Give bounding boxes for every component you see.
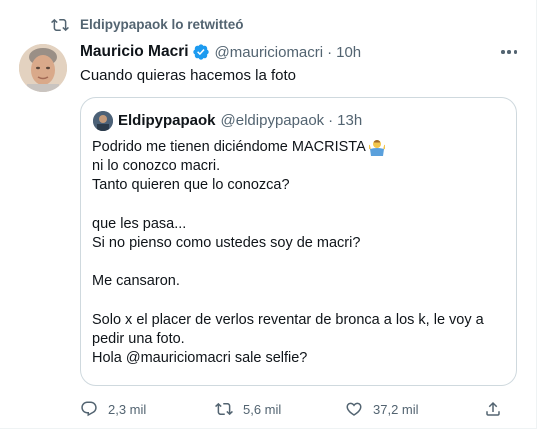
reply-count: 2,3 mil — [108, 401, 147, 417]
quote-line — [92, 253, 484, 272]
quote-line: pedir una foto. — [92, 330, 185, 347]
quoted-tweet[interactable]: Eldipypapaok @eldipypapaok · 13h Podrido… — [80, 97, 517, 386]
like-button[interactable]: 37,2 mil — [345, 398, 419, 420]
quote-text: Podrido me tienen diciéndome MACRISTA ni… — [92, 138, 484, 368]
retweet-context-text[interactable]: Eldipypapaok lo retwitteó — [80, 17, 244, 32]
quote-avatar[interactable] — [93, 111, 113, 131]
quote-separator-dot: · — [328, 112, 334, 129]
quote-line: Si no pienso como ustedes soy de macri? — [92, 234, 361, 251]
tweet-time[interactable]: 10h — [336, 44, 361, 61]
retweet-icon — [215, 402, 233, 416]
verified-badge-icon — [192, 44, 209, 60]
tweet-card[interactable]: Eldipypapaok lo retwitteó Mauricio Macri… — [0, 0, 537, 429]
man-shrugging-emoji-icon — [367, 139, 386, 157]
reply-button[interactable]: 2,3 mil — [80, 398, 146, 420]
quote-line: Me cansaron. — [92, 273, 180, 290]
quote-avatar-image — [93, 111, 113, 131]
quote-line: Tanto quieren que lo conozca? — [92, 177, 290, 194]
avatar-image — [19, 44, 67, 92]
quote-line: Hola @mauriciomacri sale selfie? — [92, 350, 308, 367]
quote-author-name[interactable]: Eldipypapaok — [118, 112, 216, 129]
author-name[interactable]: Mauricio Macri — [80, 43, 189, 61]
author-handle[interactable]: @mauriciomacri — [215, 44, 324, 61]
tweet-text: Cuando quieras hacemos la foto — [80, 67, 296, 84]
share-icon — [486, 401, 500, 416]
quote-time[interactable]: 13h — [337, 112, 362, 129]
retweet-button[interactable]: 5,6 mil — [215, 398, 281, 420]
tweet-actions: 2,3 mil 5,6 mil 37,2 mil — [80, 398, 517, 420]
avatar[interactable] — [19, 44, 67, 92]
quote-line: Podrido me tienen diciéndome MACRISTA — [92, 138, 484, 157]
reply-icon — [81, 401, 97, 417]
quote-line: Solo x el placer de verlos reventar de b… — [92, 311, 484, 328]
tweet-header: Mauricio Macri @mauriciomacri · 10h — [80, 42, 361, 62]
quote-line: ni lo conozco macri. — [92, 158, 221, 175]
share-button[interactable] — [484, 398, 502, 420]
quote-line — [92, 196, 484, 215]
quote-header: Eldipypapaok @eldipypapaok · 13h — [118, 112, 362, 129]
quote-line: que les pasa... — [92, 215, 187, 232]
separator-dot: · — [327, 43, 333, 61]
quote-author-handle[interactable]: @eldipypapaok — [221, 112, 325, 129]
quote-line — [92, 292, 484, 311]
more-icon — [501, 50, 505, 54]
more-options-button[interactable] — [499, 44, 519, 60]
like-count: 37,2 mil — [373, 401, 419, 417]
heart-icon — [346, 402, 362, 416]
retweet-count: 5,6 mil — [243, 401, 282, 417]
retweet-icon — [51, 18, 69, 32]
